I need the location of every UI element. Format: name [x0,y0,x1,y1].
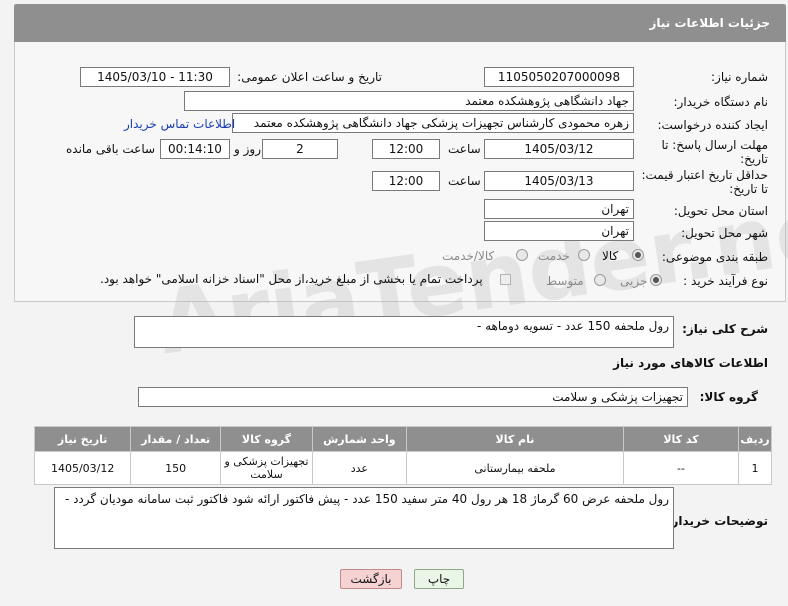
panel-header: جزئیات اطلاعات نیاز [14,4,786,42]
price-validity-label: حداقل تاریخ اعتبار قیمت: [641,168,768,182]
cell-goods-name: ملحفه بیمارستانی [405,451,625,485]
days-label: روز و [234,142,261,156]
buyer-org-field[interactable]: جهاد دانشگاهی پژوهشکده معتمد [184,91,634,111]
deadline-date-field[interactable]: 1405/03/12 [484,139,634,159]
province-label: استان محل تحویل: [673,204,768,218]
process-radio-partial[interactable] [650,274,662,286]
category-radio-goods-service[interactable] [516,249,528,261]
col-goods-name: نام کالا [405,426,625,452]
goods-table: تاریخ نیاز تعداد / مقدار گروه کالا واحد … [33,426,773,485]
requester-label: ایجاد کننده درخواست: [657,118,768,132]
col-row: ردیف [737,426,773,452]
treasury-payment-checkbox[interactable] [500,274,511,285]
process-option-partial: جزیی [620,274,648,288]
days-remaining-field[interactable]: 2 [262,139,338,159]
print-button[interactable]: چاپ [414,569,464,589]
col-goods-code: کد کالا [623,426,739,452]
process-option-medium: متوسط [546,274,584,288]
category-label: طبقه بندی موضوعی: [661,250,768,264]
panel-title: جزئیات اطلاعات نیاز [649,16,770,30]
validity-time-label: ساعت [448,174,481,188]
cell-goods-code: -- [623,451,739,485]
deadline-label-2: تاریخ: [740,152,768,166]
category-option-goods-service: کالا/خدمت [442,249,495,263]
deadline-time-field[interactable]: 12:00 [372,139,440,159]
summary-textarea[interactable]: رول ملحفه 150 عدد - تسویه دوماهه - [134,316,674,348]
category-option-goods: کالا [602,249,619,263]
validity-time-field[interactable]: 12:00 [372,171,440,191]
cell-row: 1 [737,451,773,485]
process-type-label: نوع فرآیند خرید : [683,274,768,288]
summary-label: شرح کلی نیاز: [682,322,768,336]
col-unit: واحد شمارش [311,426,407,452]
city-field[interactable]: تهران [484,221,634,241]
buyer-notes-label: توضیحات خریدار: [666,514,768,528]
price-validity-label-2: تا تاریخ: [729,182,768,196]
goods-table-header: تاریخ نیاز تعداد / مقدار گروه کالا واحد … [33,426,773,452]
col-quantity: تعداد / مقدار [130,426,222,452]
category-radio-goods[interactable] [632,249,644,261]
need-number-label: شماره نیاز: [711,70,768,84]
process-radio-medium[interactable] [594,274,606,286]
col-goods-group: گروه کالا [220,426,313,452]
time-remaining-field[interactable]: 00:14:10 [160,139,230,159]
treasury-payment-note: پرداخت تمام یا بخشی از مبلغ خرید،از محل … [100,272,483,286]
buyer-org-label: نام دستگاه خریدار: [673,95,769,109]
contact-buyer-link[interactable]: اطلاعات تماس خریدار [124,117,235,131]
announce-field[interactable]: 1405/03/10 - 11:30 [80,67,230,87]
deadline-time-label: ساعت [448,142,481,156]
goods-group-label: گروه کالا: [699,390,758,404]
category-option-service: خدمت [538,249,570,263]
summary-text: رول ملحفه 150 عدد - تسویه دوماهه - [476,319,669,333]
time-remaining-label: ساعت باقی مانده [66,142,156,156]
validity-date-field[interactable]: 1405/03/13 [484,171,634,191]
requester-field[interactable]: زهره محمودی کارشناس تجهیزات پزشکی جهاد د… [232,113,634,133]
buyer-notes-textarea[interactable]: رول ملحفه عرض 60 گرماژ 18 هر رول 40 متر … [54,487,674,549]
buyer-notes-text: رول ملحفه عرض 60 گرماژ 18 هر رول 40 متر … [64,492,669,506]
province-field[interactable]: تهران [484,199,634,219]
goods-section-title: اطلاعات کالاهای مورد نیاز [613,356,768,370]
cell-need-date: 1405/03/12 [33,451,132,485]
goods-group-field[interactable]: تجهیزات پزشکی و سلامت [138,387,688,407]
city-label: شهر محل تحویل: [681,226,768,240]
cell-unit: عدد [311,451,407,485]
deadline-label: مهلت ارسال پاسخ: تا [661,138,768,152]
announce-label: تاریخ و ساعت اعلان عمومی: [237,70,382,84]
need-number-field[interactable]: 1105050207000098 [484,67,634,87]
cell-goods-group: تجهیزات پزشکی و سلامت [220,451,313,485]
table-row: 1405/03/12 150 تجهیزات پزشکی و سلامت عدد… [33,451,773,485]
cell-quantity: 150 [130,451,222,485]
category-radio-service[interactable] [578,249,590,261]
back-button[interactable]: بازگشت [340,569,402,589]
col-need-date: تاریخ نیاز [33,426,132,452]
